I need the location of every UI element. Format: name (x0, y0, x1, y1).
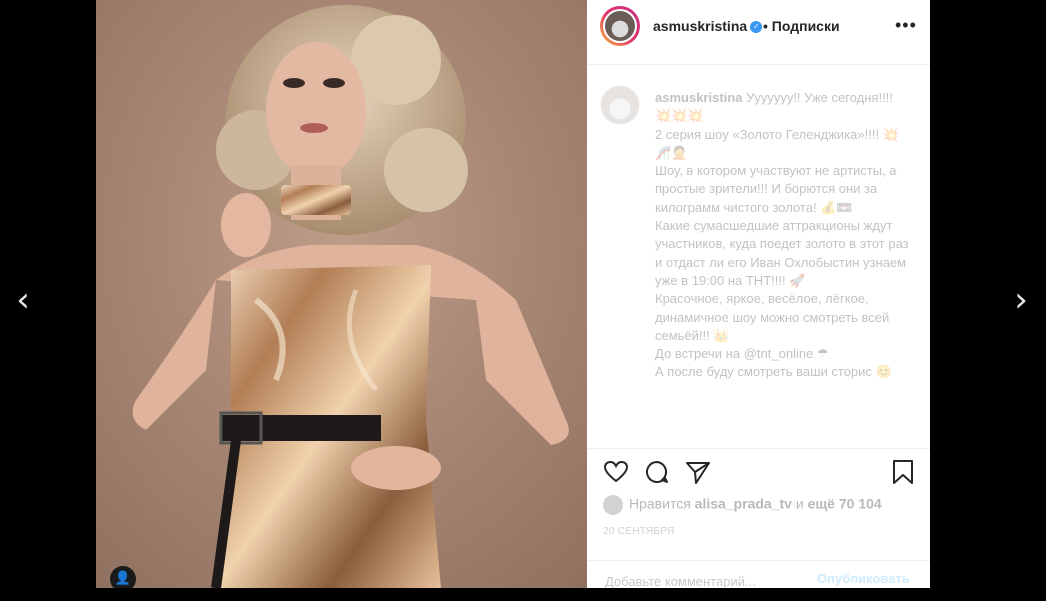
following-label[interactable]: Подписки (772, 18, 840, 34)
caption-username[interactable]: asmuskristina (655, 90, 742, 105)
add-comment-bar: Опубликовать (587, 560, 930, 601)
share-icon[interactable] (685, 459, 711, 485)
post-photo: 👤 (96, 0, 587, 588)
comment-input[interactable] (603, 571, 827, 591)
likes-summary[interactable]: Нравится alisa_prada_tv и ещё 70 104 (603, 495, 923, 515)
photo-illustration (96, 0, 587, 588)
heart-icon[interactable] (603, 459, 629, 485)
post-header: asmuskristina ✓ • Подписки ••• (587, 0, 930, 65)
post-date: 20 СЕНТЯБРЯ (603, 526, 675, 537)
next-post-arrow[interactable]: › (1006, 280, 1036, 320)
action-bar (587, 448, 930, 497)
caption-text: asmuskristina Ууууууу!! Уже сегодня!!!! … (655, 90, 909, 380)
comment-icon[interactable] (644, 459, 670, 485)
avatar[interactable] (600, 6, 640, 46)
verified-badge-icon: ✓ (750, 20, 763, 33)
more-options-icon[interactable]: ••• (895, 15, 917, 36)
bookmark-icon[interactable] (890, 459, 916, 485)
previous-post-arrow[interactable]: ‹ (8, 280, 38, 320)
liker-username[interactable]: alisa_prada_tv (695, 496, 792, 512)
liker-avatar (603, 495, 623, 515)
header-username[interactable]: asmuskristina ✓ (653, 18, 763, 36)
likes-count[interactable]: ещё 70 104 (808, 496, 882, 512)
post-details-panel: asmuskristina ✓ • Подписки ••• asmuskrist… (587, 0, 930, 591)
caption-avatar[interactable] (600, 85, 640, 125)
follow-status[interactable]: • Подписки (763, 18, 840, 34)
publish-button[interactable]: Опубликовать (817, 571, 910, 586)
user-tag-icon[interactable]: 👤 (110, 566, 136, 588)
caption-area: asmuskristina Ууууууу!! Уже сегодня!!!! … (587, 65, 930, 447)
